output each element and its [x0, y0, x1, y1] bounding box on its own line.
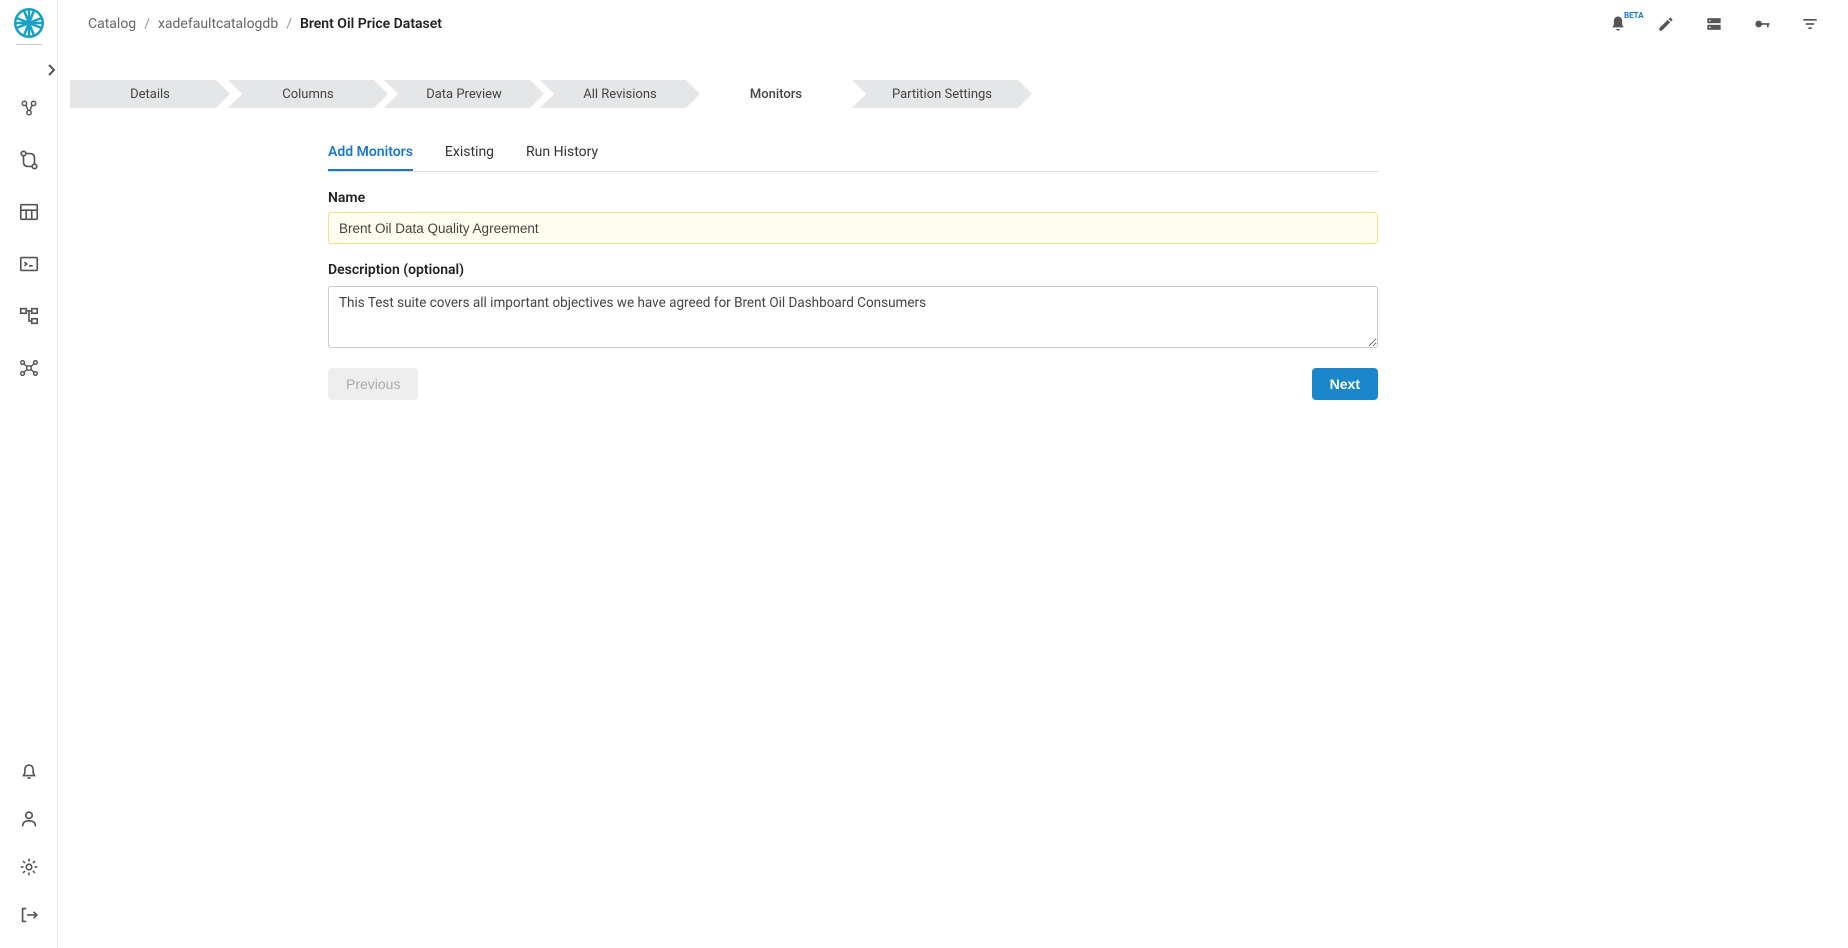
user-icon[interactable]: [16, 806, 42, 832]
monitor-description-input[interactable]: [328, 286, 1378, 348]
subtab-run-history[interactable]: Run History: [526, 144, 598, 171]
alerts-beta-icon[interactable]: BETA: [1608, 14, 1628, 34]
key-icon[interactable]: [1752, 14, 1772, 34]
breadcrumb-sep: /: [286, 16, 292, 32]
tab-monitors[interactable]: Monitors: [696, 80, 856, 108]
app-logo[interactable]: [14, 8, 44, 38]
next-button[interactable]: Next: [1312, 368, 1378, 400]
header-tools: BETA: [1608, 14, 1830, 34]
monitor-subtab-row: Add Monitors Existing Run History: [328, 144, 1378, 172]
tab-data-preview[interactable]: Data Preview: [384, 80, 544, 108]
tab-label: Monitors: [750, 87, 802, 102]
breadcrumb-current: Brent Oil Price Dataset: [300, 16, 442, 32]
tab-label: Partition Settings: [892, 87, 992, 102]
top-bar: Catalog / xadefaultcatalogdb / Brent Oil…: [58, 0, 1848, 48]
tab-columns[interactable]: Columns: [228, 80, 388, 108]
breadcrumb-db[interactable]: xadefaultcatalogdb: [158, 16, 278, 32]
previous-button: Previous: [328, 368, 418, 400]
tab-label: Data Preview: [426, 87, 502, 102]
button-label: Previous: [346, 376, 400, 392]
breadcrumb-root[interactable]: Catalog: [88, 16, 136, 32]
button-label: Next: [1330, 376, 1360, 392]
tab-label: Details: [130, 87, 170, 102]
name-label: Name: [328, 190, 1378, 206]
nav-connections-icon[interactable]: [16, 95, 42, 121]
nav-terminal-icon[interactable]: [16, 251, 42, 277]
wizard-button-row: Previous Next: [328, 368, 1378, 400]
tab-label: All Revisions: [583, 87, 656, 102]
nav-tree-icon[interactable]: [16, 303, 42, 329]
beta-label: BETA: [1624, 11, 1644, 20]
breadcrumb: Catalog / xadefaultcatalogdb / Brent Oil…: [76, 16, 442, 32]
monitor-form: Name: [328, 190, 1378, 244]
notifications-icon[interactable]: [16, 758, 42, 784]
nav-group-top: [16, 95, 42, 381]
subtab-existing[interactable]: Existing: [445, 144, 494, 171]
monitor-name-input[interactable]: [328, 212, 1378, 244]
tab-partition-settings[interactable]: Partition Settings: [852, 80, 1032, 108]
monitors-panel: Add Monitors Existing Run History Name D…: [58, 114, 1378, 400]
tab-label: Columns: [282, 87, 334, 102]
filter-icon[interactable]: [1800, 14, 1820, 34]
main-content: Details Columns Data Preview All Revisio…: [58, 48, 1848, 948]
left-sidebar: [0, 0, 58, 948]
logout-icon[interactable]: [16, 902, 42, 928]
monitor-form-desc: Description (optional): [328, 262, 1378, 352]
nav-table-icon[interactable]: [16, 199, 42, 225]
tab-all-revisions[interactable]: All Revisions: [540, 80, 700, 108]
description-label: Description (optional): [328, 262, 1378, 278]
breadcrumb-sep: /: [144, 16, 150, 32]
nav-graph-icon[interactable]: [16, 355, 42, 381]
subtab-label: Existing: [445, 144, 494, 160]
subtab-label: Run History: [526, 144, 598, 160]
logo-divider: [16, 44, 42, 45]
storage-icon[interactable]: [1704, 14, 1724, 34]
dataset-tab-row: Details Columns Data Preview All Revisio…: [58, 80, 1848, 114]
subtab-label: Add Monitors: [328, 144, 413, 160]
settings-icon[interactable]: [16, 854, 42, 880]
edit-icon[interactable]: [1656, 14, 1676, 34]
expand-sidebar-toggle[interactable]: [27, 59, 57, 81]
nav-flow-icon[interactable]: [16, 147, 42, 173]
subtab-add-monitors[interactable]: Add Monitors: [328, 144, 413, 171]
nav-group-bottom: [16, 758, 42, 928]
tab-details[interactable]: Details: [70, 80, 230, 108]
